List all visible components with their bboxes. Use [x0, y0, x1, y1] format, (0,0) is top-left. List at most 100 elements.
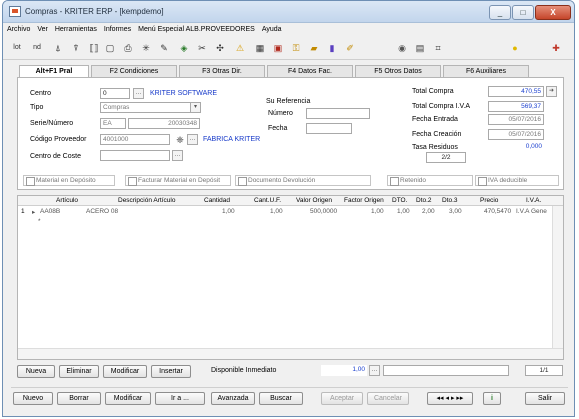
- col-descripcion[interactable]: Descripción Artículo: [118, 197, 175, 204]
- modificar-line-button[interactable]: Modificar: [103, 365, 147, 378]
- nuevo-button[interactable]: Nuevo: [13, 392, 53, 405]
- ref-fecha-field[interactable]: [306, 123, 352, 134]
- tab-auxiliares[interactable]: F6 Auxiliares: [443, 65, 529, 77]
- modificar-button[interactable]: Modificar: [105, 392, 151, 405]
- nueva-line-button[interactable]: Nueva: [17, 365, 55, 378]
- ir-a-button[interactable]: Ir a ...: [155, 392, 205, 405]
- col-dto3[interactable]: Dto.3: [442, 197, 458, 204]
- disponible-lookup-button[interactable]: …: [369, 365, 380, 376]
- tab-condiciones[interactable]: F2 Condiciones: [91, 65, 177, 77]
- filter-first-icon[interactable]: ⍋: [51, 41, 65, 55]
- menu-archivo[interactable]: Archivo: [7, 24, 30, 36]
- tab-datos-fac[interactable]: F4 Datos Fac.: [267, 65, 353, 77]
- avanzada-button[interactable]: Avanzada: [211, 392, 255, 405]
- diamond-icon[interactable]: ◈: [177, 41, 191, 55]
- cell-precio[interactable]: 470,5470: [484, 208, 511, 215]
- nd-icon[interactable]: nd: [29, 41, 45, 55]
- scissors-icon[interactable]: ✂: [195, 41, 209, 55]
- tipo-select[interactable]: Compras: [100, 102, 200, 113]
- ref-numero-field[interactable]: [306, 108, 370, 119]
- folder-icon[interactable]: ▰: [307, 41, 321, 55]
- warning-icon[interactable]: ⚠: [233, 41, 247, 55]
- eliminar-line-button[interactable]: Eliminar: [59, 365, 99, 378]
- preview-icon[interactable]: ▢: [103, 41, 117, 55]
- insertar-line-button[interactable]: Insertar: [151, 365, 191, 378]
- print-icon[interactable]: ⎙: [121, 41, 135, 55]
- cell-iva[interactable]: I.V.A Gene: [516, 208, 547, 215]
- col-dto[interactable]: DTO.: [392, 197, 407, 204]
- grid-vertical-scrollbar[interactable]: [552, 206, 563, 349]
- retenido-checkbox[interactable]: Retenido: [387, 175, 473, 186]
- edit-icon[interactable]: ✎: [157, 41, 171, 55]
- aceptar-button[interactable]: Aceptar: [321, 392, 363, 405]
- borrar-button[interactable]: Borrar: [57, 392, 101, 405]
- buscar-button[interactable]: Buscar: [259, 392, 303, 405]
- menu-ver[interactable]: Ver: [37, 24, 48, 36]
- cell-dto3[interactable]: 3,00: [449, 208, 462, 215]
- tab-otras-dir[interactable]: F3 Otras Dir.: [179, 65, 265, 77]
- calculator-icon[interactable]: ▦: [253, 41, 267, 55]
- facturar-deposito-checkbox[interactable]: Facturar Material en Depósit: [125, 175, 231, 186]
- col-dto2[interactable]: Dto.2: [416, 197, 432, 204]
- col-articulo[interactable]: Artículo: [56, 197, 78, 204]
- documento-devolucion-checkbox[interactable]: Documento Devolución: [235, 175, 371, 186]
- menu-ayuda[interactable]: Ayuda: [262, 24, 282, 36]
- cell-descripcion[interactable]: ACERO 08: [86, 208, 118, 215]
- total-detail-arrow-icon[interactable]: ➜: [546, 86, 557, 97]
- tipo-dropdown-arrow[interactable]: ▾: [190, 102, 201, 113]
- cell-factor-origen[interactable]: 1,00: [371, 208, 384, 215]
- cell-valor-origen[interactable]: 500,0000: [310, 208, 337, 215]
- col-valor-origen[interactable]: Valor Origen: [296, 197, 332, 204]
- iva-deducible-checkbox[interactable]: IVA deducible: [475, 175, 559, 186]
- cell-cantidad[interactable]: 1,00: [222, 208, 235, 215]
- help-icon[interactable]: ✚: [549, 41, 563, 55]
- close-button[interactable]: X: [535, 5, 571, 20]
- salir-button[interactable]: Salir: [525, 392, 565, 405]
- lot-icon[interactable]: lot: [9, 41, 25, 55]
- cell-cant-uf[interactable]: 1,00: [270, 208, 283, 215]
- menu-informes[interactable]: Informes: [104, 24, 131, 36]
- filter-icon[interactable]: ⍒: [69, 41, 83, 55]
- menu-especial[interactable]: Menú Especial ALB.PROVEEDORES: [138, 24, 255, 36]
- centro-field[interactable]: 0: [100, 88, 130, 99]
- lightbulb-icon[interactable]: ●: [508, 41, 522, 55]
- new-row-marker[interactable]: *: [38, 218, 41, 225]
- clip-icon[interactable]: ✐: [343, 41, 357, 55]
- col-cantidad[interactable]: Cantidad: [204, 197, 230, 204]
- disc-icon[interactable]: ◉: [395, 41, 409, 55]
- fecha-entrada-field[interactable]: 05/07/2016: [488, 114, 544, 125]
- col-cant-uf[interactable]: Cant.U.F.: [254, 197, 281, 204]
- tools-icon[interactable]: ✣: [213, 41, 227, 55]
- tab-otros-datos[interactable]: F5 Otros Datos: [355, 65, 441, 77]
- codigo-proveedor-field[interactable]: 4001000: [100, 134, 170, 145]
- cell-dto[interactable]: 1,00: [397, 208, 410, 215]
- chart-icon[interactable]: ▣: [271, 41, 285, 55]
- record-navigator[interactable]: ◂◂ ◂ ▸ ▸▸: [427, 392, 473, 405]
- serie-field[interactable]: EA: [100, 118, 126, 129]
- proveedor-tree-icon[interactable]: ❈: [173, 133, 187, 147]
- disponible-extra-field[interactable]: [383, 365, 509, 376]
- cancelar-button[interactable]: Cancelar: [367, 392, 409, 405]
- grid-icon[interactable]: ⌗: [431, 41, 445, 55]
- col-precio[interactable]: Precio: [480, 197, 498, 204]
- proveedor-lookup-button[interactable]: …: [187, 134, 198, 145]
- centro-coste-field[interactable]: [100, 150, 170, 161]
- col-iva[interactable]: I.V.A.: [526, 197, 541, 204]
- save-icon[interactable]: ▤: [413, 41, 427, 55]
- material-deposito-checkbox[interactable]: Material en Depósito: [23, 175, 115, 186]
- minimize-button[interactable]: _: [489, 5, 511, 20]
- col-factor-origen[interactable]: Factor Origen: [344, 197, 384, 204]
- menu-herramientas[interactable]: Herramientas: [55, 24, 97, 36]
- maximize-button[interactable]: □: [512, 5, 534, 20]
- title-bar[interactable]: Compras - KRITER ERP - [kempdemo] _ □ X: [3, 1, 574, 23]
- cell-articulo[interactable]: AA08B: [40, 208, 60, 215]
- grid-horizontal-scrollbar[interactable]: [18, 348, 563, 359]
- centro-lookup-button[interactable]: …: [133, 88, 144, 99]
- asterisk-icon[interactable]: ✳: [139, 41, 153, 55]
- key-icon[interactable]: ⚿: [289, 41, 303, 55]
- brackets-icon[interactable]: ⟦⟧: [87, 41, 101, 55]
- centro-coste-lookup-button[interactable]: …: [172, 150, 183, 161]
- cell-dto2[interactable]: 2,00: [422, 208, 435, 215]
- info-icon[interactable]: i: [483, 392, 501, 405]
- numero-field[interactable]: 20030348: [128, 118, 200, 129]
